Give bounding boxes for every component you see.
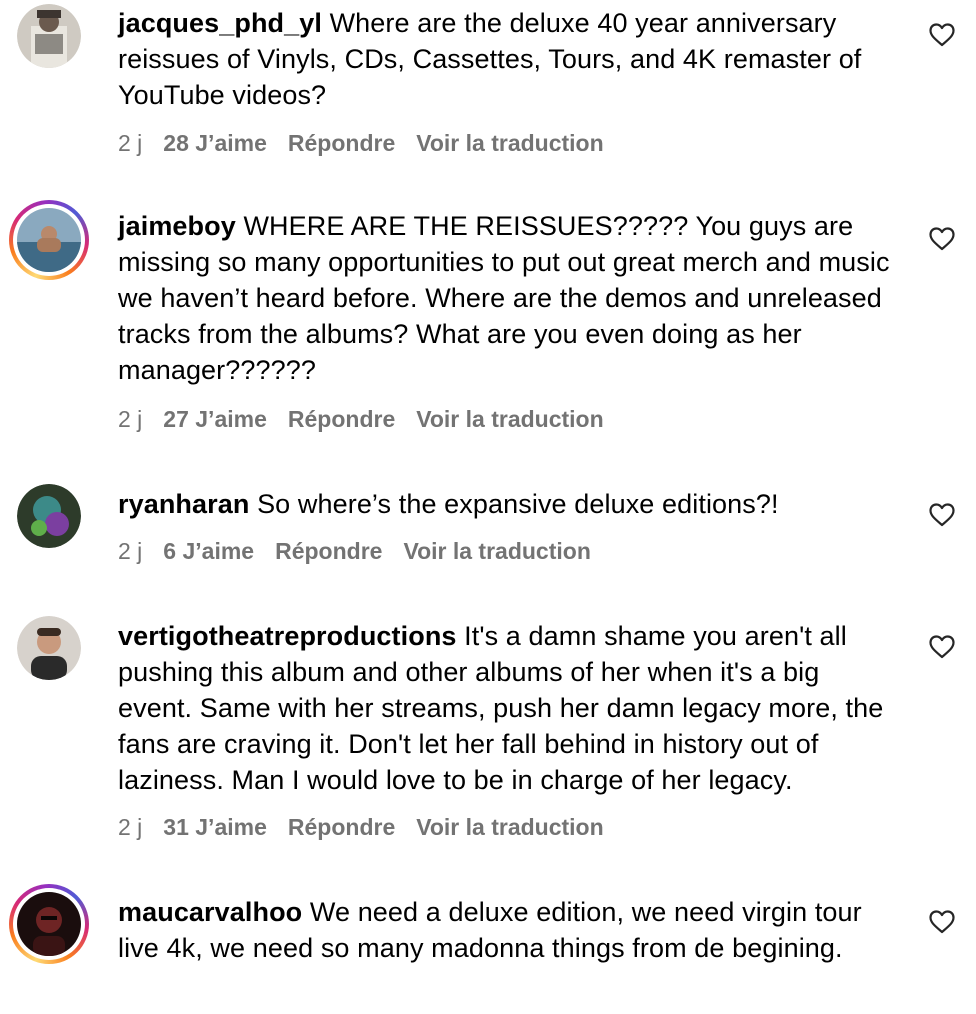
comment-username[interactable]: jaimeboy [118, 211, 236, 241]
comment-body: So where’s the expansive deluxe editions… [249, 489, 779, 519]
heart-outline-icon[interactable] [929, 910, 955, 934]
comment-text: jaimeboy WHERE ARE THE REISSUES????? You… [118, 208, 898, 388]
comment-username[interactable]: jacques_phd_yl [118, 8, 322, 38]
heart-outline-icon[interactable] [929, 635, 955, 659]
reply-button[interactable]: Répondre [275, 538, 382, 564]
like-count[interactable]: 31 J’aime [163, 814, 267, 840]
like-count[interactable]: 6 J’aime [163, 538, 254, 564]
comment-text: maucarvalhoo We need a deluxe edition, w… [118, 894, 898, 966]
comment-timestamp[interactable]: 2 j [118, 814, 142, 840]
comment-text: ryanharan So where’s the expansive delux… [118, 486, 898, 522]
comment-meta: 2 j 27 J’aime Répondre Voir la traduction [118, 406, 625, 433]
reply-button[interactable]: Répondre [288, 814, 395, 840]
comment-meta: 2 j 6 J’aime Répondre Voir la traduction [118, 538, 612, 565]
comment-username[interactable]: maucarvalhoo [118, 897, 302, 927]
see-translation-button[interactable]: Voir la traduction [416, 406, 603, 432]
comment-meta: 2 j 31 J’aime Répondre Voir la traduction [118, 814, 625, 841]
like-count[interactable]: 28 J’aime [163, 130, 267, 156]
comment-timestamp[interactable]: 2 j [118, 130, 142, 156]
heart-outline-icon[interactable] [929, 503, 955, 527]
heart-outline-icon[interactable] [929, 227, 955, 251]
see-translation-button[interactable]: Voir la traduction [403, 538, 590, 564]
avatar[interactable] [17, 616, 81, 680]
comment-username[interactable]: vertigotheatreproductions [118, 621, 457, 651]
comment-text: jacques_phd_yl Where are the deluxe 40 y… [118, 5, 898, 113]
comment-timestamp[interactable]: 2 j [118, 538, 142, 564]
comment-timestamp[interactable]: 2 j [118, 406, 142, 432]
avatar[interactable] [17, 4, 81, 68]
comment-username[interactable]: ryanharan [118, 489, 249, 519]
reply-button[interactable]: Répondre [288, 406, 395, 432]
like-count[interactable]: 27 J’aime [163, 406, 267, 432]
comment-text: vertigotheatreproductions It's a damn sh… [118, 618, 898, 798]
see-translation-button[interactable]: Voir la traduction [416, 814, 603, 840]
user-photo-avatar-icon [17, 4, 81, 68]
user-photo-avatar-icon [17, 484, 81, 548]
comment-meta: 2 j 28 J’aime Répondre Voir la traduction [118, 130, 625, 157]
heart-outline-icon[interactable] [929, 23, 955, 47]
user-photo-avatar-icon [17, 892, 81, 956]
user-photo-avatar-icon [17, 208, 81, 272]
avatar-story-ring[interactable] [9, 200, 89, 280]
reply-button[interactable]: Répondre [288, 130, 395, 156]
avatar-story-ring[interactable] [9, 884, 89, 964]
user-photo-avatar-icon [17, 616, 81, 680]
avatar[interactable] [17, 484, 81, 548]
see-translation-button[interactable]: Voir la traduction [416, 130, 603, 156]
